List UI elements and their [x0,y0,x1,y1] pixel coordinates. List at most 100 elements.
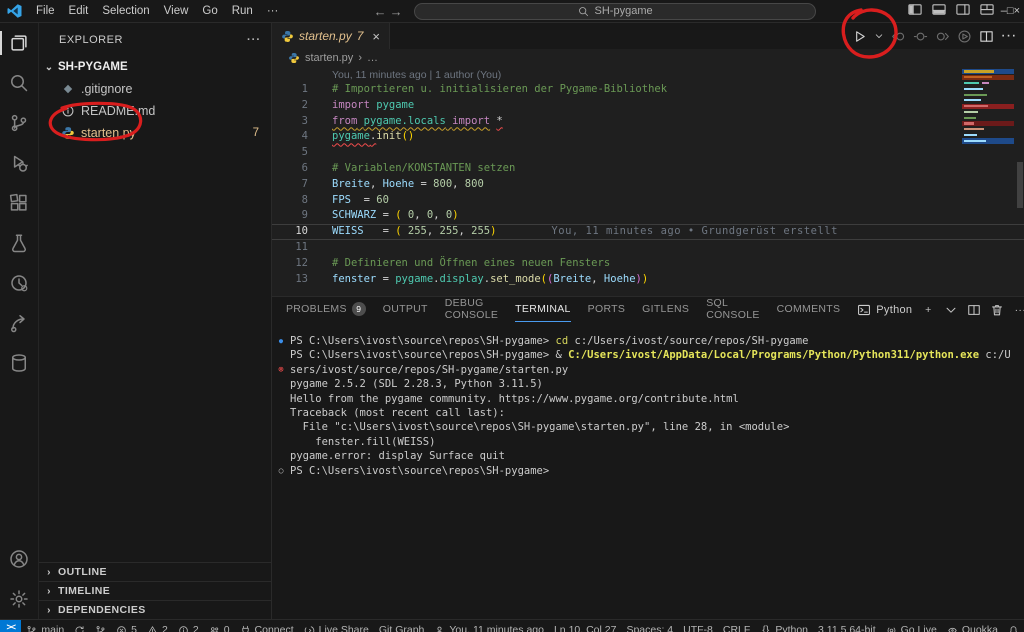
minimap[interactable] [962,69,1014,144]
sidebar-section-dependencies[interactable]: ›DEPENDENCIES [39,600,271,619]
code-token: from [332,115,357,127]
status-blame[interactable]: You, 11 minutes ago [429,620,549,632]
panel-tab-output[interactable]: OUTPUT [383,297,428,322]
active-shell[interactable]: Python [857,303,912,317]
status-cursor-position[interactable]: Ln 10, Col 27 [549,620,621,632]
status-sync[interactable] [69,620,90,632]
activity-extensions[interactable] [0,183,38,223]
activity-run-debug[interactable] [0,143,38,183]
status-connect[interactable]: Connect [235,620,299,632]
split-editor-icon[interactable] [967,303,981,317]
panel-tab-comments[interactable]: COMMENTS [777,297,841,322]
status-python-interpreter[interactable]: 3.11.5 64-bit [813,620,881,632]
code-line-5: 5 [272,145,1024,161]
search-icon [578,6,589,17]
close-button[interactable]: × [1014,5,1020,17]
trash-icon[interactable] [990,303,1004,317]
panel-tab-ports[interactable]: PORTS [588,297,625,322]
panel-tab-sql-console[interactable]: SQL CONSOLE [706,297,759,322]
menu-selection[interactable]: Selection [95,4,156,18]
activity-account[interactable] [0,539,38,579]
status-eol[interactable]: CRLF [718,620,755,632]
status-notifications[interactable] [1003,620,1024,632]
status-go-live[interactable]: Go Live [881,620,942,632]
status-git-graph[interactable]: Git Graph [374,620,430,632]
status-errors[interactable]: 5 [111,620,142,632]
activity-database[interactable] [0,343,38,383]
sidebar-section-timeline[interactable]: ›TIMELINE [39,581,271,600]
gitlens-blame-lens[interactable]: You, 11 minutes ago | 1 author (You) [272,68,1024,82]
file-list: .gitignoreREADME.mdstarten.py7 [39,78,271,144]
code-token: pygame.locals [364,115,446,127]
menu-[interactable]: ··· [260,4,286,18]
arrow-left-icon[interactable]: ← [372,4,388,19]
terminal-token: File "c:\Users\ivost\source\repos\SH-pyg… [290,421,789,433]
tree-root-folder[interactable]: ⌄ SH-PYGAME [39,56,271,78]
file-item-starten-py[interactable]: starten.py7 [39,122,271,144]
activity-testing[interactable] [0,223,38,263]
activity-search[interactable] [0,63,38,103]
menu-view[interactable]: View [157,4,196,18]
status-quokka[interactable]: Quokka [942,620,1003,632]
chevron-down-icon[interactable] [874,31,884,41]
menu-go[interactable]: Go [195,4,224,18]
layout-panel-icon[interactable] [927,2,951,17]
status-infos[interactable]: 2 [173,620,204,632]
terminal-output[interactable]: ●PS C:\Users\ivost\source\repos\SH-pygam… [272,322,1024,619]
activity-source-control[interactable] [0,103,38,143]
minimap-code [964,117,976,119]
tab-starten-py[interactable]: starten.py 7 × [272,23,390,49]
menu-file[interactable]: File [29,4,62,18]
panel-tab-debug-console[interactable]: DEBUG CONSOLE [445,297,498,322]
python-file-icon [281,30,294,43]
menu-edit[interactable]: Edit [62,4,96,18]
breadcrumb[interactable]: starten.py › … [272,49,1024,66]
status-warnings[interactable]: 2 [142,620,173,632]
tab-close-icon[interactable]: × [372,29,380,44]
settings-icon [9,589,29,609]
activity-git-graph[interactable] [0,303,38,343]
layout-sidebar-icon[interactable] [903,2,927,17]
status-live-share[interactable]: Live Share [299,620,374,632]
plus-icon[interactable]: + [921,303,935,317]
minimap-row [962,109,1014,114]
command-center-search[interactable]: SH-pygame [414,3,816,20]
editor-scrollbar[interactable] [1015,66,1024,296]
maximize-button[interactable]: □ [1007,5,1014,17]
status-remote[interactable]: >< [0,620,21,632]
status-liveshare-count[interactable]: 0 [204,620,235,632]
activity-settings[interactable] [0,579,38,619]
panel-tab-gitlens[interactable]: GITLENS [642,297,689,322]
terminal-err-marker-icon: ⊗ [272,363,290,377]
explorer-more-actions-button[interactable]: ··· [247,34,261,46]
status-encoding[interactable]: UTF-8 [678,620,718,632]
arrow-right-icon[interactable]: → [388,4,404,19]
panel-tab-terminal[interactable]: TERMINAL [515,297,571,322]
gutter-gap [308,145,332,161]
activity-explorer[interactable] [0,23,38,63]
status-branch-compare[interactable] [90,620,111,632]
step-forward-icon[interactable] [935,29,950,44]
more-actions-icon[interactable]: ··· [1001,29,1016,44]
run-below-icon[interactable] [957,29,972,44]
status-branch[interactable]: main [21,620,69,632]
file-item--gitignore[interactable]: .gitignore [39,78,271,100]
code-text: pygame.init() [332,129,414,145]
step-back-icon[interactable] [891,29,906,44]
split-editor-icon[interactable] [979,29,994,44]
chevron-down-icon[interactable] [944,303,958,317]
terminal-token: pygame.error: display Surface quit [290,450,505,462]
more-actions-icon[interactable]: ··· [1013,303,1024,317]
status-indentation[interactable]: Spaces: 4 [621,620,678,632]
file-item-readme-md[interactable]: README.md [39,100,271,122]
layout-grid-icon[interactable] [975,2,999,17]
circle-dash-icon[interactable] [913,29,928,44]
sidebar-section-outline[interactable]: ›OUTLINE [39,562,271,581]
status-language-mode[interactable]: {}Python [755,620,813,632]
code-editor[interactable]: You, 11 minutes ago | 1 author (You) 1# … [272,66,1024,296]
panel-tab-problems[interactable]: PROBLEMS9 [286,297,366,322]
layout-split-icon[interactable] [951,2,975,17]
activity-history[interactable] [0,263,38,303]
menu-run[interactable]: Run [225,4,260,18]
run-button-icon[interactable] [852,29,867,44]
